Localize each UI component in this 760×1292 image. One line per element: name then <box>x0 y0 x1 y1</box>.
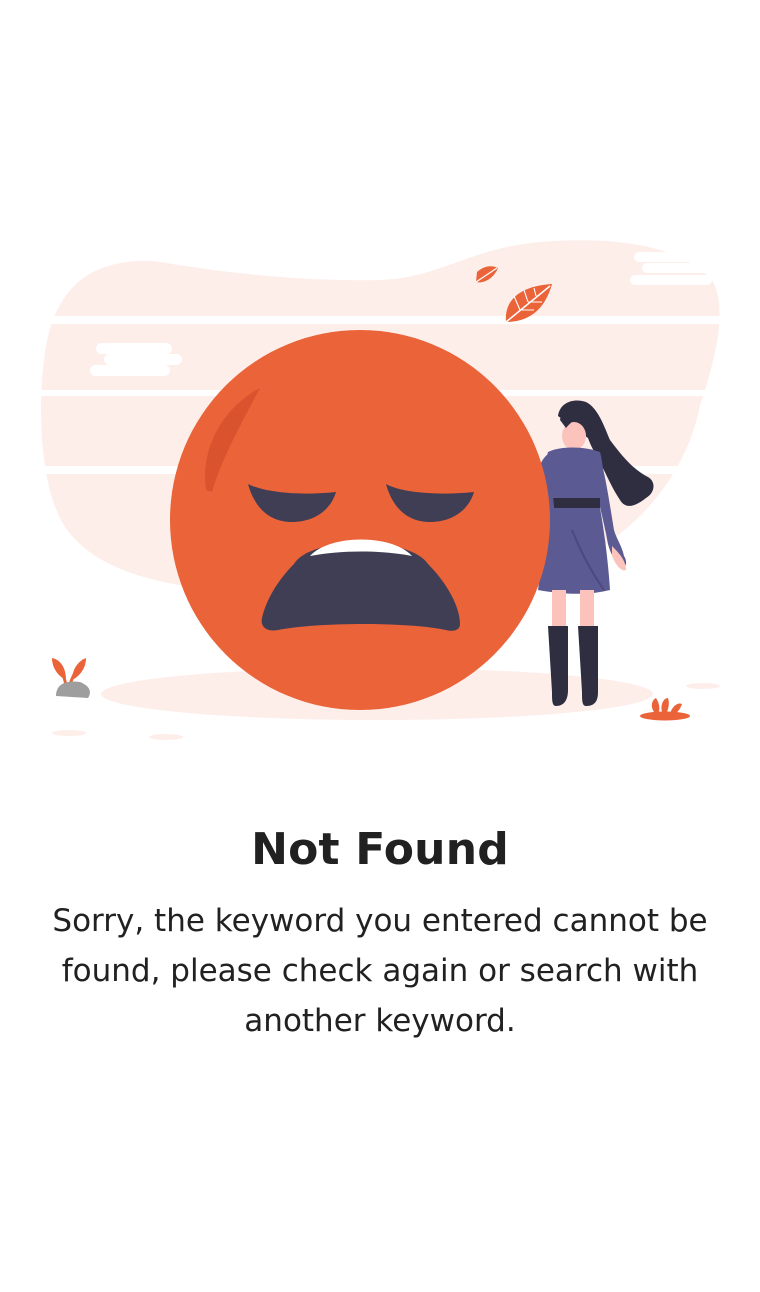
not-found-illustration <box>0 230 760 750</box>
crying-face-illustration-icon <box>40 240 720 740</box>
not-found-text-block: Not Found Sorry, the keyword you entered… <box>30 818 730 1046</box>
not-found-title: Not Found <box>251 824 509 875</box>
not-found-screen: Not Found Sorry, the keyword you entered… <box>0 0 760 1292</box>
crying-face-icon <box>170 330 550 710</box>
plant-left-icon <box>52 658 90 698</box>
rock <box>56 681 90 698</box>
cloud-right <box>630 252 720 285</box>
plant-right-icon <box>640 698 690 721</box>
not-found-message: Sorry, the keyword you entered cannot be… <box>52 903 708 1039</box>
